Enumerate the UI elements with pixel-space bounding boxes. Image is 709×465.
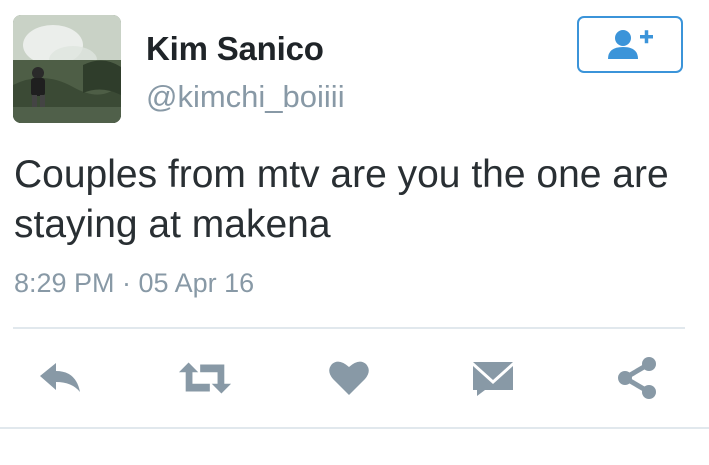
author-handle[interactable]: @kimchi_boiiii [146, 79, 345, 115]
heart-icon [329, 361, 369, 395]
like-button[interactable] [321, 352, 377, 404]
retweet-button[interactable] [177, 352, 233, 404]
divider [13, 327, 685, 329]
share-button[interactable] [609, 352, 665, 404]
reply-icon [40, 363, 80, 392]
retweet-icon [178, 362, 232, 394]
reply-button[interactable] [32, 352, 88, 404]
author-name[interactable]: Kim Sanico [146, 30, 324, 68]
avatar-photo [13, 15, 121, 123]
follow-person-plus-icon [608, 29, 653, 59]
bottom-divider [0, 427, 709, 429]
direct-message-button[interactable] [465, 352, 521, 404]
avatar[interactable] [13, 15, 121, 123]
follow-button[interactable] [577, 16, 683, 73]
tweet-timestamp[interactable]: 8:29 PM · 05 Apr 16 [14, 268, 254, 299]
share-icon [618, 357, 656, 399]
envelope-icon [473, 362, 513, 396]
tweet-text: Couples from mtv are you the one are sta… [14, 153, 669, 246]
